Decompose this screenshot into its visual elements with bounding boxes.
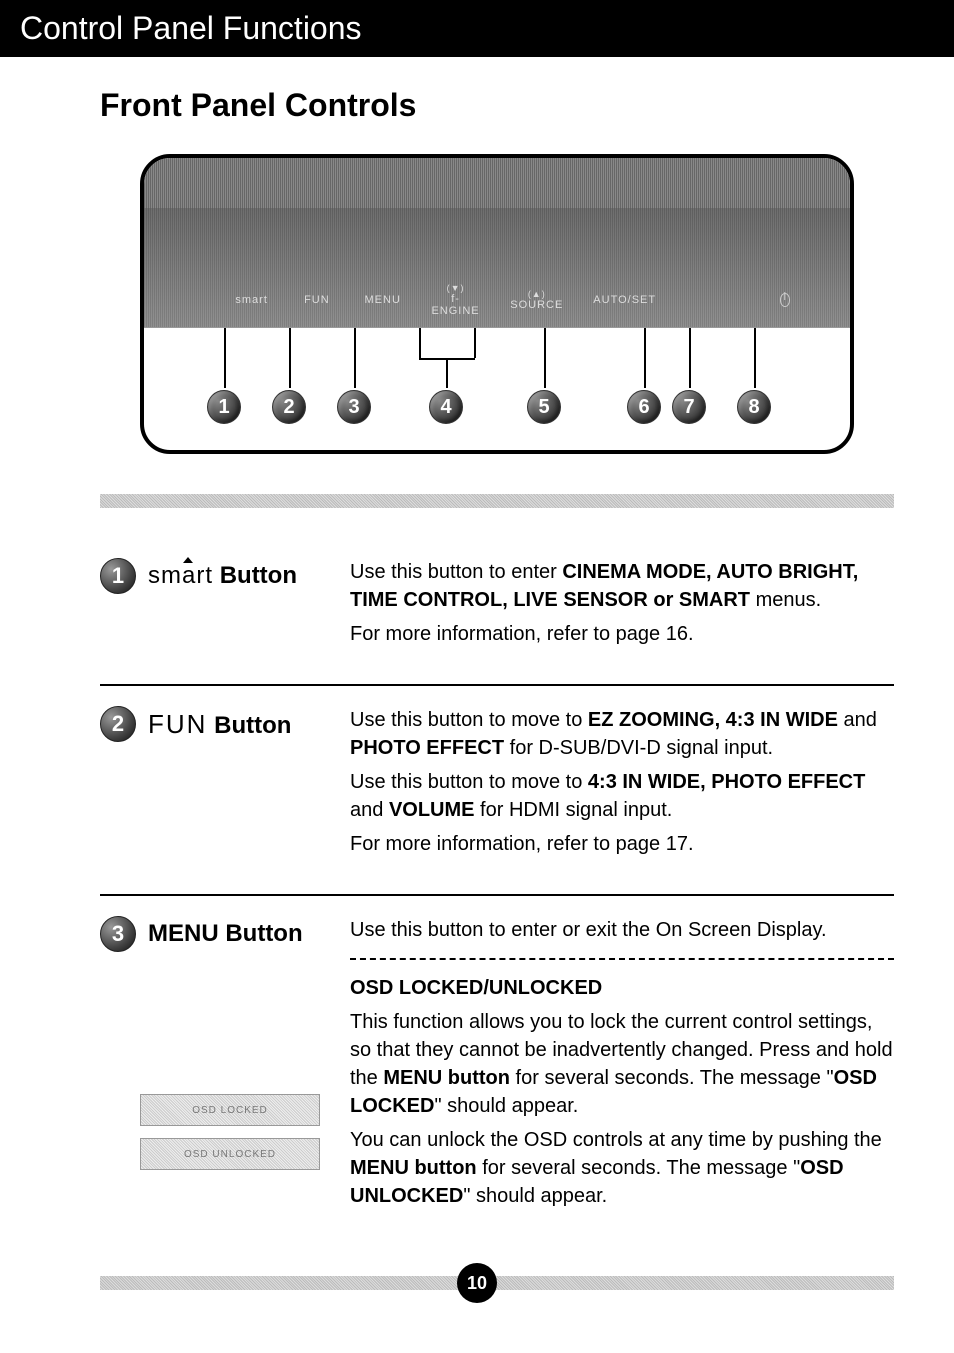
badge-3: 3	[100, 916, 136, 952]
callout-2: 2	[272, 390, 306, 424]
osd-heading: OSD LOCKED/UNLOCKED	[350, 974, 894, 1002]
menu-desc: Use this button to enter or exit the On …	[350, 916, 894, 944]
fun-more: For more information, refer to page 17.	[350, 830, 894, 858]
callout-1: 1	[207, 390, 241, 424]
bezel-button-labels: smart FUN MENU (▼) f-ENGINE (▲) SOURCE A…	[234, 283, 790, 317]
page-number-badge: 10	[457, 1263, 497, 1303]
power-icon	[780, 293, 790, 307]
osd-unlocked-box: OSD UNLOCKED	[140, 1138, 320, 1170]
divider-bar	[100, 494, 894, 508]
osd-p2: You can unlock the OSD controls at any t…	[350, 1126, 894, 1210]
section-title: Front Panel Controls	[100, 87, 894, 124]
smart-desc: Use this button to enter CINEMA MODE, AU…	[350, 558, 894, 614]
callout-7: 7	[672, 390, 706, 424]
callout-4: 4	[429, 390, 463, 424]
label-source-arrow: (▲)	[510, 289, 563, 299]
callout-lines: 1 2 3 4 5 6 7 8	[144, 328, 850, 450]
label-engine: f-ENGINE	[431, 293, 479, 317]
bottom-divider-bar	[100, 1276, 894, 1290]
osd-locked-box: OSD LOCKED	[140, 1094, 320, 1126]
osd-p1: This function allows you to lock the cur…	[350, 1008, 894, 1120]
callout-6: 6	[627, 390, 661, 424]
fun-desc1: Use this button to move to EZ ZOOMING, 4…	[350, 706, 894, 762]
control-item-fun: 2 FUN Button Use this button to move to …	[100, 684, 894, 894]
badge-2: 2	[100, 706, 136, 742]
menu-button-title: MENU Button	[148, 916, 303, 952]
label-fun: FUN	[299, 294, 334, 306]
page-content: Front Panel Controls smart FUN MENU (▼) …	[0, 57, 954, 1290]
front-panel-diagram: smart FUN MENU (▼) f-ENGINE (▲) SOURCE A…	[140, 154, 854, 454]
label-menu: MENU	[365, 294, 401, 306]
dashed-divider	[350, 958, 894, 960]
callout-3: 3	[337, 390, 371, 424]
label-engine-arrow: (▼)	[431, 283, 480, 293]
callout-8: 8	[737, 390, 771, 424]
label-smart: smart	[234, 294, 269, 306]
osd-screenshot-boxes: OSD LOCKED OSD UNLOCKED	[140, 1094, 320, 1182]
fun-desc2: Use this button to move to 4:3 IN WIDE, …	[350, 768, 894, 824]
badge-1: 1	[100, 558, 136, 594]
fun-button-title: FUN Button	[148, 706, 291, 744]
smart-more: For more information, refer to page 16.	[350, 620, 894, 648]
smart-button-title: smart Button	[148, 558, 297, 594]
control-item-menu: 3 MENU Button OSD LOCKED OSD UNLOCKED Us…	[100, 894, 894, 1246]
control-item-smart: 1 smart Button Use this button to enter …	[100, 538, 894, 684]
page-header: Control Panel Functions	[0, 0, 954, 57]
label-source: SOURCE	[510, 299, 563, 311]
callout-5: 5	[527, 390, 561, 424]
label-autoset: AUTO/SET	[593, 294, 656, 306]
